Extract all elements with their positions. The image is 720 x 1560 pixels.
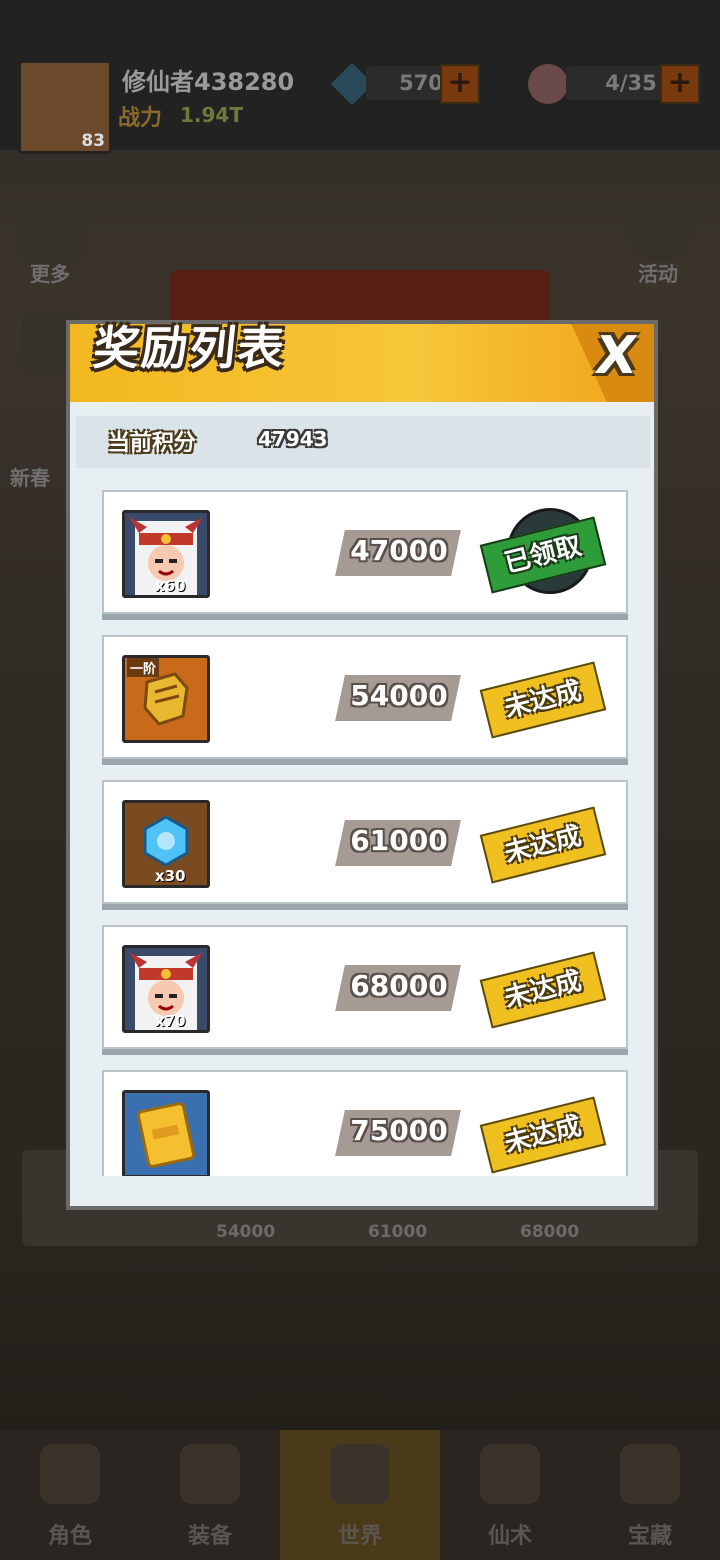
peach-stamina-icon: [528, 64, 568, 104]
reward-list[interactable]: x60 47000 已领取 一阶 54000 未达成 x30 61000 未达成…: [96, 490, 636, 1178]
reward-requirement: 68000: [350, 969, 448, 1002]
reward-list-dialog: 奖励列表 X 当前积分 47943 x60 47000 已领取 一阶 54000…: [66, 320, 658, 1210]
dialog-title: 奖励列表: [90, 321, 289, 375]
horned-hero-portrait-icon[interactable]: x70: [122, 945, 210, 1033]
reward-count: x30: [155, 867, 186, 885]
nav-label: 宝藏: [627, 1524, 672, 1549]
score-bar: 当前积分 47943: [76, 416, 650, 468]
activity-drum-icon[interactable]: [630, 200, 690, 260]
progress-tick: 61000: [368, 1222, 428, 1242]
reward-requirement: 75000: [350, 1114, 448, 1147]
power-value: 1.94T: [180, 103, 243, 127]
reward-status-pending: 未达成: [479, 661, 607, 739]
nav-label: 角色: [47, 1524, 92, 1549]
add-stamina-button[interactable]: +: [660, 64, 700, 104]
horned-hero-portrait-icon[interactable]: x60: [122, 510, 210, 598]
gem-counter: 570 +: [366, 64, 480, 104]
nav-treasure[interactable]: 宝藏: [580, 1430, 720, 1560]
player-name: 修仙者438280: [122, 68, 295, 96]
golden-gauntlet-icon[interactable]: 一阶: [122, 655, 210, 743]
list-bottom-edge: [76, 1176, 650, 1206]
reward-requirement: 54000: [350, 679, 448, 712]
nav-character[interactable]: 角色: [0, 1430, 140, 1560]
reward-tier: 一阶: [127, 658, 160, 677]
reward-count: x60: [155, 577, 186, 595]
more-label: 更多: [30, 262, 70, 286]
nav-equipment[interactable]: 装备: [140, 1430, 280, 1560]
nav-magic[interactable]: 仙术: [440, 1430, 580, 1560]
score-value: 47943: [258, 427, 328, 451]
nav-label: 世界: [337, 1524, 382, 1549]
reward-item: x30 61000 未达成: [102, 780, 628, 904]
add-gems-button[interactable]: +: [440, 64, 480, 104]
reward-requirement: 61000: [350, 824, 448, 857]
reward-requirement: 47000: [350, 534, 448, 567]
nav-label: 装备: [187, 1524, 232, 1549]
gem-count: 570: [399, 71, 443, 95]
progress-tick: 68000: [520, 1222, 580, 1242]
reward-status-pending: 未达成: [479, 951, 607, 1029]
treasure-chest-icon: [620, 1444, 680, 1504]
reward-count: x70: [155, 1012, 186, 1030]
sword-icon: [180, 1444, 240, 1504]
character-icon: [40, 1444, 100, 1504]
player-level: 83: [81, 131, 105, 151]
activity-label: 活动: [638, 262, 678, 286]
player-avatar[interactable]: 83: [18, 60, 112, 154]
progress-tick: 54000: [216, 1222, 276, 1242]
gate-icon: [330, 1444, 390, 1504]
blue-gem-icon[interactable]: x30: [122, 800, 210, 888]
reward-status-pending: 未达成: [479, 806, 607, 884]
cauldron-icon: [480, 1444, 540, 1504]
close-button[interactable]: X: [582, 326, 650, 386]
reward-item: x60 47000 已领取: [102, 490, 628, 614]
reward-item: 一阶 54000 未达成: [102, 635, 628, 759]
newyear-label: 新春: [10, 466, 50, 490]
nav-world[interactable]: 世界: [280, 1430, 440, 1560]
reward-status-pending: 未达成: [479, 1096, 607, 1174]
nav-label: 仙术: [487, 1524, 532, 1549]
reward-item: 75000 未达成: [102, 1070, 628, 1178]
more-menu-icon[interactable]: [22, 204, 82, 264]
score-label: 当前积分: [108, 431, 197, 456]
golden-scroll-ticket-icon[interactable]: [122, 1090, 210, 1178]
reward-item: x70 68000 未达成: [102, 925, 628, 1049]
stamina-counter: 4/35 +: [566, 64, 700, 104]
power-label: 战力: [118, 106, 163, 131]
stamina-count: 4/35: [605, 71, 657, 95]
